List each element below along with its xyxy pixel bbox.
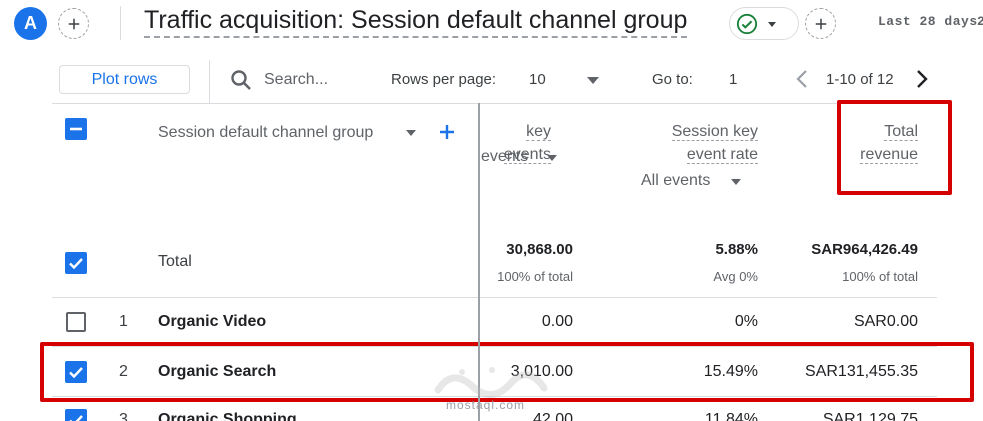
pagination-range: 1-10 of 12 <box>826 71 894 88</box>
goto-label: Go to: <box>652 71 693 88</box>
minus-icon <box>70 127 82 131</box>
add-comparison-button[interactable] <box>58 8 89 39</box>
total-rate: 5.88% <box>715 241 758 258</box>
customize-report-button[interactable] <box>805 8 836 39</box>
column-header-rate-filter[interactable]: All events <box>641 172 710 190</box>
rows-per-page-label: Rows per page: <box>391 71 497 88</box>
row-channel-name[interactable]: Organic Video <box>158 313 266 331</box>
dimension-header[interactable]: Session default channel group <box>158 124 373 142</box>
select-all-checkbox[interactable] <box>65 118 87 140</box>
toolbar-divider-line <box>52 103 937 104</box>
highlight-total-revenue <box>837 100 952 195</box>
row-index: 1 <box>119 313 128 330</box>
caret-down-icon[interactable] <box>546 153 558 163</box>
total-key-events-share: 100% of total <box>497 269 573 284</box>
header-divider <box>120 6 121 40</box>
cell-key-events: 42.00 <box>532 411 573 421</box>
search-icon[interactable] <box>229 68 253 92</box>
cell-revenue: SAR0.00 <box>853 313 918 330</box>
total-revenue-share: 100% of total <box>842 269 918 284</box>
total-row-checkbox[interactable] <box>65 252 87 274</box>
report-status-dropdown[interactable] <box>729 7 799 40</box>
check-circle-icon <box>736 13 758 34</box>
row-checkbox[interactable] <box>66 312 86 332</box>
plus-icon <box>68 18 79 29</box>
plot-rows-button[interactable]: Plot rows <box>59 65 190 94</box>
caret-down-icon[interactable] <box>586 74 600 86</box>
row-index: 3 <box>119 411 128 421</box>
total-key-events: 30,868.00 <box>506 241 573 258</box>
chevron-right-icon[interactable] <box>911 67 933 91</box>
cell-key-events: 0.00 <box>541 313 573 330</box>
cell-revenue: SAR1,129.75 <box>822 411 918 421</box>
row-channel-name[interactable]: Organic Shopping <box>158 411 297 421</box>
checkmark-icon <box>69 258 83 270</box>
caret-down-icon <box>768 21 776 27</box>
plus-icon <box>815 18 826 29</box>
row-checkbox[interactable] <box>65 409 87 421</box>
total-revenue: SAR964,426.49 <box>811 241 918 258</box>
total-row-label: Total <box>158 253 192 270</box>
report-title: Traffic acquisition: Session default cha… <box>144 4 688 38</box>
date-range-clipped: 2 <box>977 14 983 29</box>
watermark-text: mostaql.com <box>446 398 526 412</box>
rows-per-page-select[interactable]: 10 <box>529 71 546 88</box>
toolbar-divider <box>209 60 210 104</box>
caret-down-icon[interactable] <box>730 177 742 187</box>
add-dimension-icon[interactable] <box>437 122 457 142</box>
column-header-session-key-event-rate[interactable]: Session key event rate <box>640 120 758 166</box>
search-input[interactable] <box>264 70 374 90</box>
cell-rate: 0% <box>734 313 758 330</box>
account-avatar[interactable]: A <box>14 7 47 40</box>
caret-down-icon[interactable] <box>405 128 417 138</box>
column-header-key-events-filter[interactable]: events <box>481 148 528 166</box>
date-range-label[interactable]: Last 28 days <box>878 14 978 29</box>
goto-page-input[interactable]: 1 <box>729 71 737 88</box>
checkmark-icon <box>69 415 83 421</box>
chevron-left-icon[interactable] <box>791 67 813 91</box>
cell-rate: 11.84% <box>704 411 758 421</box>
row-divider <box>52 297 937 298</box>
total-rate-avg: Avg 0% <box>713 269 758 284</box>
